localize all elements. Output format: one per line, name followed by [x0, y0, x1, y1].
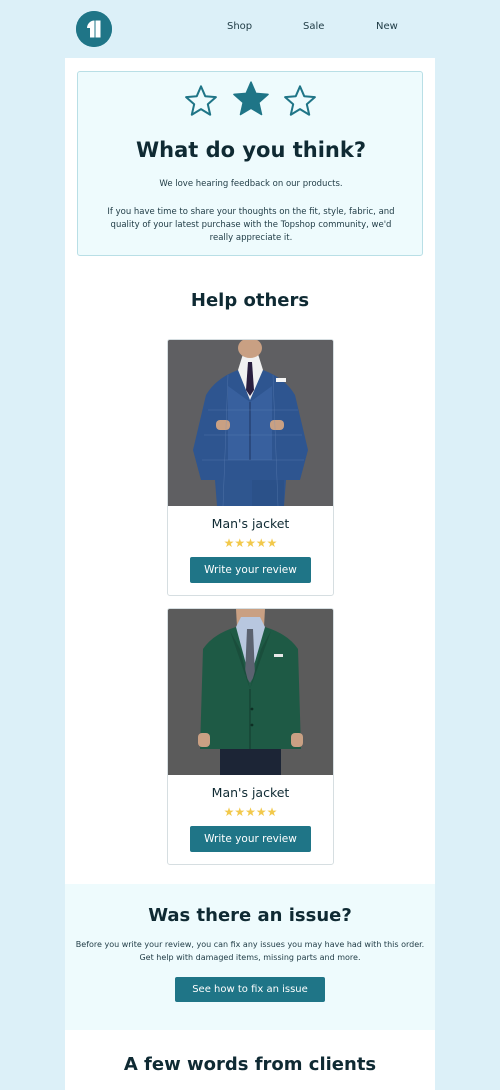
email-body: What do you think? We love hearing feedb…	[65, 58, 435, 1090]
nav-new[interactable]: New	[376, 21, 398, 32]
hero-title: What do you think?	[135, 138, 367, 162]
hero-body: If you have time to share your thoughts …	[107, 207, 395, 243]
product-rating-stars: ★★★★★	[223, 536, 278, 550]
issue-description: Before you write your review, you can fi…	[75, 940, 425, 962]
brand-logo-icon[interactable]	[76, 11, 112, 47]
nav-shop[interactable]: Shop	[227, 21, 252, 32]
product-card: Man's jacket ★★★★★ Write your review	[167, 339, 334, 596]
feedback-hero: What do you think? We love hearing feedb…	[77, 71, 423, 256]
header: Shop Sale New	[0, 0, 500, 58]
product-card: Man's jacket ★★★★★ Write your review	[167, 608, 334, 865]
rating-stars	[185, 81, 316, 116]
issue-title: Was there an issue?	[148, 905, 352, 926]
hero-intro: We love hearing feedback on our products…	[159, 179, 343, 189]
product-image-blue-suit[interactable]	[168, 340, 333, 506]
fix-issue-button[interactable]: See how to fix an issue	[175, 977, 325, 1002]
write-review-button[interactable]: Write your review	[190, 826, 311, 852]
star-outline-icon	[284, 85, 316, 116]
product-image-green-blazer[interactable]	[168, 609, 333, 775]
nav-sale[interactable]: Sale	[303, 21, 324, 32]
product-name: Man's jacket	[211, 785, 290, 800]
help-others-title: Help others	[190, 290, 310, 311]
product-rating-stars: ★★★★★	[223, 805, 278, 819]
issue-section: Was there an issue? Before you write you…	[65, 884, 435, 1030]
product-name: Man's jacket	[211, 516, 290, 531]
star-filled-icon	[233, 81, 269, 116]
star-outline-icon	[185, 85, 217, 116]
write-review-button[interactable]: Write your review	[190, 557, 311, 583]
testimonials-title: A few words from clients	[123, 1054, 377, 1075]
